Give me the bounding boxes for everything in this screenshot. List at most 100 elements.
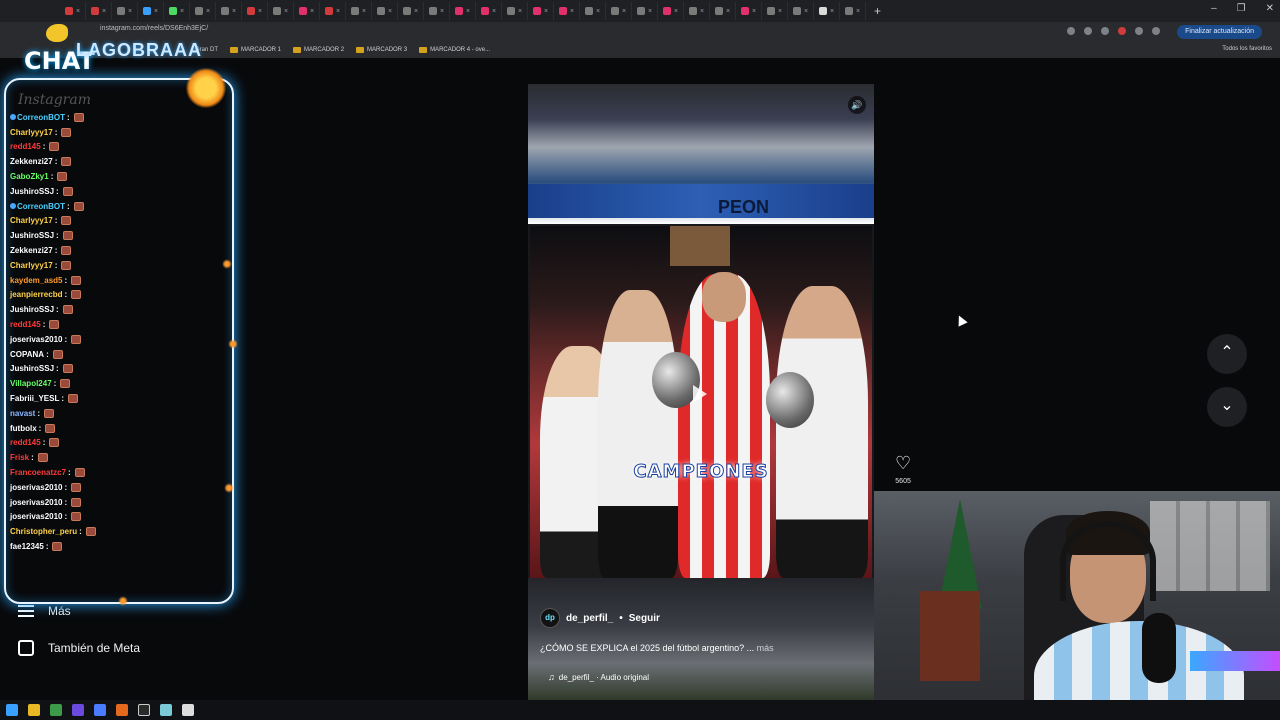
sidebar-item-more[interactable]: Más — [18, 604, 140, 618]
browser-tab[interactable]: × — [242, 2, 268, 20]
browser-tab[interactable]: × — [762, 2, 788, 20]
app-icon[interactable] — [182, 704, 194, 716]
puzzle-icon[interactable] — [1135, 27, 1143, 35]
browser-tab[interactable]: × — [554, 2, 580, 20]
browser-tab[interactable]: × — [788, 2, 814, 20]
chat-username[interactable]: Charlyyy17 — [10, 128, 53, 137]
chat-username[interactable]: kaydem_asd5 — [10, 276, 62, 285]
tab-close-icon[interactable]: × — [778, 8, 782, 15]
sidebar-item-meta[interactable]: También de Meta — [18, 640, 140, 656]
chat-username[interactable]: joserivas2010 — [10, 512, 63, 521]
browser-tab[interactable]: × — [684, 2, 710, 20]
minimize-button[interactable]: – — [1211, 3, 1217, 14]
author-avatar[interactable]: dp — [540, 608, 560, 628]
extension-icon[interactable] — [1067, 27, 1075, 35]
chat-username[interactable]: JushiroSSJ — [10, 305, 54, 314]
bookmark-item[interactable]: MARCADOR 2 — [293, 47, 344, 53]
heart-icon[interactable]: ♡ — [895, 454, 911, 472]
audio-info[interactable]: ♫ de_perfil_ · Audio original — [548, 672, 649, 682]
chat-username[interactable]: navast — [10, 409, 35, 418]
browser-tab[interactable]: × — [814, 2, 840, 20]
chat-username[interactable]: Charlyyy17 — [10, 216, 53, 225]
chat-username[interactable]: JushiroSSJ — [10, 364, 54, 373]
browser-tab[interactable]: × — [138, 2, 164, 20]
chat-username[interactable]: GaboZky1 — [10, 172, 49, 181]
browser-tab[interactable]: × — [736, 2, 762, 20]
tab-close-icon[interactable]: × — [804, 8, 808, 15]
tab-close-icon[interactable]: × — [206, 8, 210, 15]
profile-icon[interactable] — [1152, 27, 1160, 35]
tab-close-icon[interactable]: × — [128, 8, 132, 15]
url-field[interactable]: instagram.com/reels/DS6Enh3EjC/ — [100, 25, 208, 32]
tab-close-icon[interactable]: × — [830, 8, 834, 15]
chat-username[interactable]: COPANA — [10, 350, 44, 359]
zoom-icon[interactable] — [1084, 27, 1092, 35]
chat-username[interactable]: futbolx — [10, 424, 37, 433]
tab-close-icon[interactable]: × — [388, 8, 392, 15]
browser-tab[interactable]: × — [398, 2, 424, 20]
bookmark-item[interactable]: MARCADOR 1 — [230, 47, 281, 53]
tab-close-icon[interactable]: × — [362, 8, 366, 15]
chat-username[interactable]: CorreonBOT — [17, 202, 65, 211]
maximize-button[interactable]: ❐ — [1237, 3, 1246, 14]
tab-close-icon[interactable]: × — [232, 8, 236, 15]
windows-start-icon[interactable] — [6, 704, 18, 716]
all-bookmarks-link[interactable]: Todos los favoritos — [1222, 46, 1272, 52]
tab-close-icon[interactable]: × — [414, 8, 418, 15]
new-tab-button[interactable]: + — [874, 4, 881, 18]
app-icon[interactable] — [94, 704, 106, 716]
tab-close-icon[interactable]: × — [518, 8, 522, 15]
volume-icon[interactable]: 🔊 — [848, 96, 866, 114]
reel-video[interactable]: PEON 🔊 CAMPEONES dp de_perfil_ • Seguir … — [528, 84, 874, 700]
author-name[interactable]: de_perfil_ — [566, 613, 613, 624]
like-control[interactable]: ♡ 5605 — [895, 454, 911, 485]
browser-tab[interactable]: × — [450, 2, 476, 20]
tab-close-icon[interactable]: × — [648, 8, 652, 15]
caption-more-link[interactable]: más — [757, 643, 774, 653]
bookmark-item[interactable]: MARCADOR 3 — [356, 47, 407, 53]
browser-tab[interactable]: × — [502, 2, 528, 20]
update-button[interactable]: Finalizar actualización — [1177, 25, 1262, 39]
chat-username[interactable]: jeanpierrecbd — [10, 290, 62, 299]
browser-tab[interactable]: × — [294, 2, 320, 20]
tab-close-icon[interactable]: × — [76, 8, 80, 15]
chat-username[interactable]: JushiroSSJ — [10, 187, 54, 196]
chat-username[interactable]: Frisk — [10, 453, 29, 462]
chat-username[interactable]: Zekkenzi27 — [10, 157, 53, 166]
tab-close-icon[interactable]: × — [154, 8, 158, 15]
tab-close-icon[interactable]: × — [726, 8, 730, 15]
chat-username[interactable]: Fabriii_YESL — [10, 394, 59, 403]
chat-username[interactable]: Francoenatzc7 — [10, 468, 66, 477]
tab-close-icon[interactable]: × — [336, 8, 340, 15]
browser-tab[interactable]: × — [268, 2, 294, 20]
chat-username[interactable]: redd145 — [10, 320, 41, 329]
bookmark-item[interactable]: MARCADOR 4 - ove... — [419, 47, 490, 53]
follow-button[interactable]: Seguir — [629, 613, 660, 624]
chat-username[interactable]: fae12345 — [10, 542, 44, 551]
chat-username[interactable]: Zekkenzi27 — [10, 246, 53, 255]
browser-tab[interactable]: × — [840, 2, 866, 20]
obs-icon[interactable] — [138, 704, 150, 716]
chat-username[interactable]: joserivas2010 — [10, 483, 63, 492]
chat-username[interactable]: redd145 — [10, 142, 41, 151]
tab-close-icon[interactable]: × — [180, 8, 184, 15]
browser-tab[interactable]: × — [632, 2, 658, 20]
chat-username[interactable]: Christopher_peru — [10, 527, 77, 536]
app-icon[interactable] — [160, 704, 172, 716]
app-icon[interactable] — [72, 704, 84, 716]
browser-tab[interactable]: × — [424, 2, 450, 20]
browser-tab[interactable]: × — [606, 2, 632, 20]
chat-username[interactable]: Charlyyy17 — [10, 261, 53, 270]
chat-username[interactable]: redd145 — [10, 438, 41, 447]
tab-close-icon[interactable]: × — [310, 8, 314, 15]
tab-close-icon[interactable]: × — [544, 8, 548, 15]
browser-tab[interactable]: × — [216, 2, 242, 20]
tab-close-icon[interactable]: × — [596, 8, 600, 15]
tab-close-icon[interactable]: × — [258, 8, 262, 15]
tab-close-icon[interactable]: × — [674, 8, 678, 15]
close-window-button[interactable]: ✕ — [1266, 3, 1274, 14]
tab-close-icon[interactable]: × — [102, 8, 106, 15]
browser-tab[interactable]: × — [190, 2, 216, 20]
chat-username[interactable]: joserivas2010 — [10, 498, 63, 507]
star-icon[interactable] — [1101, 27, 1109, 35]
